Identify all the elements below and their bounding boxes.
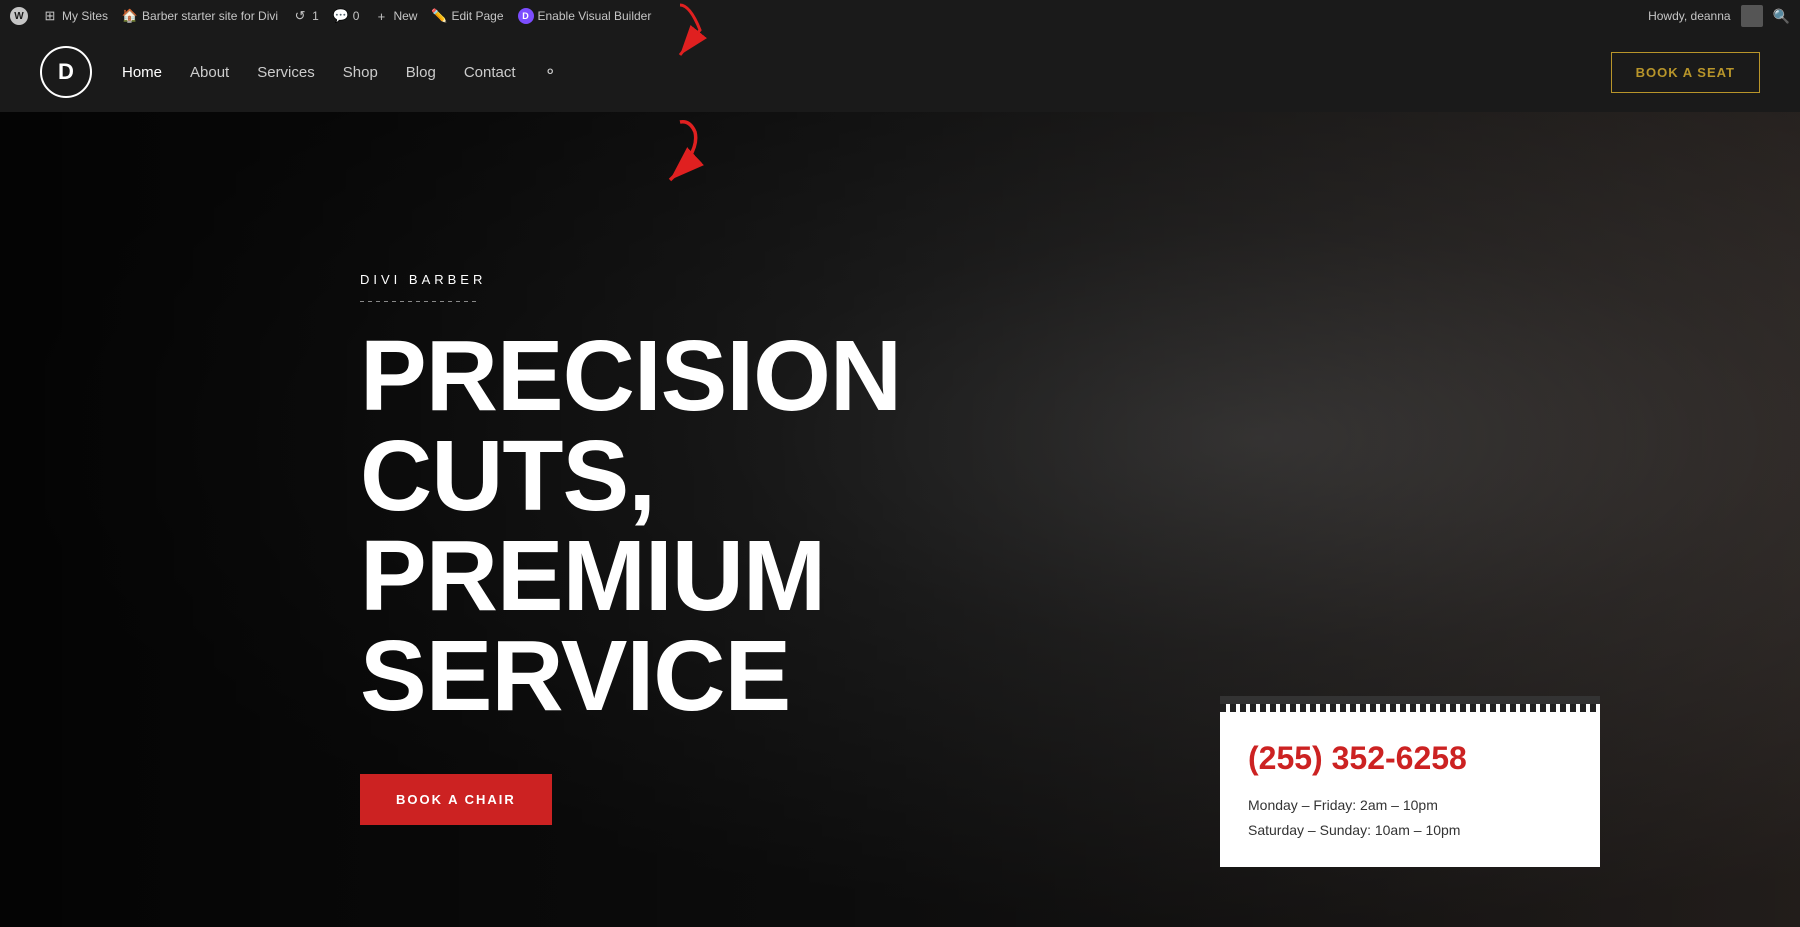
admin-bar-comments[interactable]: 💬 0 (333, 8, 360, 24)
admin-bar: W ⊞ My Sites 🏠 Barber starter site for D… (0, 0, 1800, 32)
plus-icon: + (373, 8, 389, 24)
info-card-stripe (1220, 704, 1600, 712)
book-seat-button[interactable]: BOOK A SEAT (1611, 52, 1760, 93)
nav-home[interactable]: Home (122, 64, 162, 81)
admin-bar-site-name[interactable]: 🏠 Barber starter site for Divi (122, 8, 278, 24)
enable-visual-builder-button[interactable]: D Enable Visual Builder (518, 8, 652, 24)
hero-title: PRECISION CUTS, PREMIUM SERVICE (360, 326, 1080, 726)
info-card-body: (255) 352-6258 Monday – Friday: 2am – 10… (1220, 712, 1600, 867)
hero-section: DIVI BARBER PRECISION CUTS, PREMIUM SERV… (0, 112, 1800, 927)
divi-icon: D (518, 8, 534, 24)
site-home-icon: 🏠 (122, 8, 138, 24)
admin-bar-right: Howdy, deanna 🔍 (1648, 5, 1790, 27)
site-logo[interactable]: D (40, 46, 92, 98)
hero-divider (360, 301, 480, 302)
admin-bar-revisions[interactable]: ↺ 1 (292, 8, 319, 24)
nav-services[interactable]: Services (257, 64, 315, 81)
info-phone: (255) 352-6258 (1248, 740, 1572, 777)
nav-blog[interactable]: Blog (406, 64, 436, 81)
pencil-icon: ✏️ (431, 8, 447, 24)
book-chair-button[interactable]: BOOK A CHAIR (360, 774, 552, 825)
search-icon-admin[interactable]: 🔍 (1773, 8, 1790, 25)
nav-shop[interactable]: Shop (343, 64, 378, 81)
howdy-label: Howdy, deanna (1648, 9, 1731, 23)
wordpress-icon: W (10, 7, 28, 25)
site-header: D Home About Services Shop Blog Contact … (0, 32, 1800, 112)
hours-weekend: Saturday – Sunday: 10am – 10pm (1248, 818, 1572, 843)
revisions-icon: ↺ (292, 8, 308, 24)
admin-bar-edit-page[interactable]: ✏️ Edit Page (431, 8, 503, 24)
admin-bar-wp-logo[interactable]: W (10, 7, 28, 25)
hours-weekday: Monday – Friday: 2am – 10pm (1248, 793, 1572, 818)
info-hours: Monday – Friday: 2am – 10pm Saturday – S… (1248, 793, 1572, 843)
info-card: (255) 352-6258 Monday – Friday: 2am – 10… (1220, 696, 1600, 867)
admin-bar-my-sites[interactable]: ⊞ My Sites (42, 8, 108, 24)
comments-icon: 💬 (333, 8, 349, 24)
nav-search-icon[interactable]: ⚬ (544, 62, 557, 82)
hero-label: DIVI BARBER (360, 272, 1800, 287)
main-navigation: Home About Services Shop Blog Contact ⚬ (122, 62, 1611, 82)
nav-contact[interactable]: Contact (464, 64, 516, 81)
admin-bar-new[interactable]: + New (373, 8, 417, 24)
nav-about[interactable]: About (190, 64, 229, 81)
user-avatar[interactable] (1741, 5, 1763, 27)
my-sites-icon: ⊞ (42, 8, 58, 24)
